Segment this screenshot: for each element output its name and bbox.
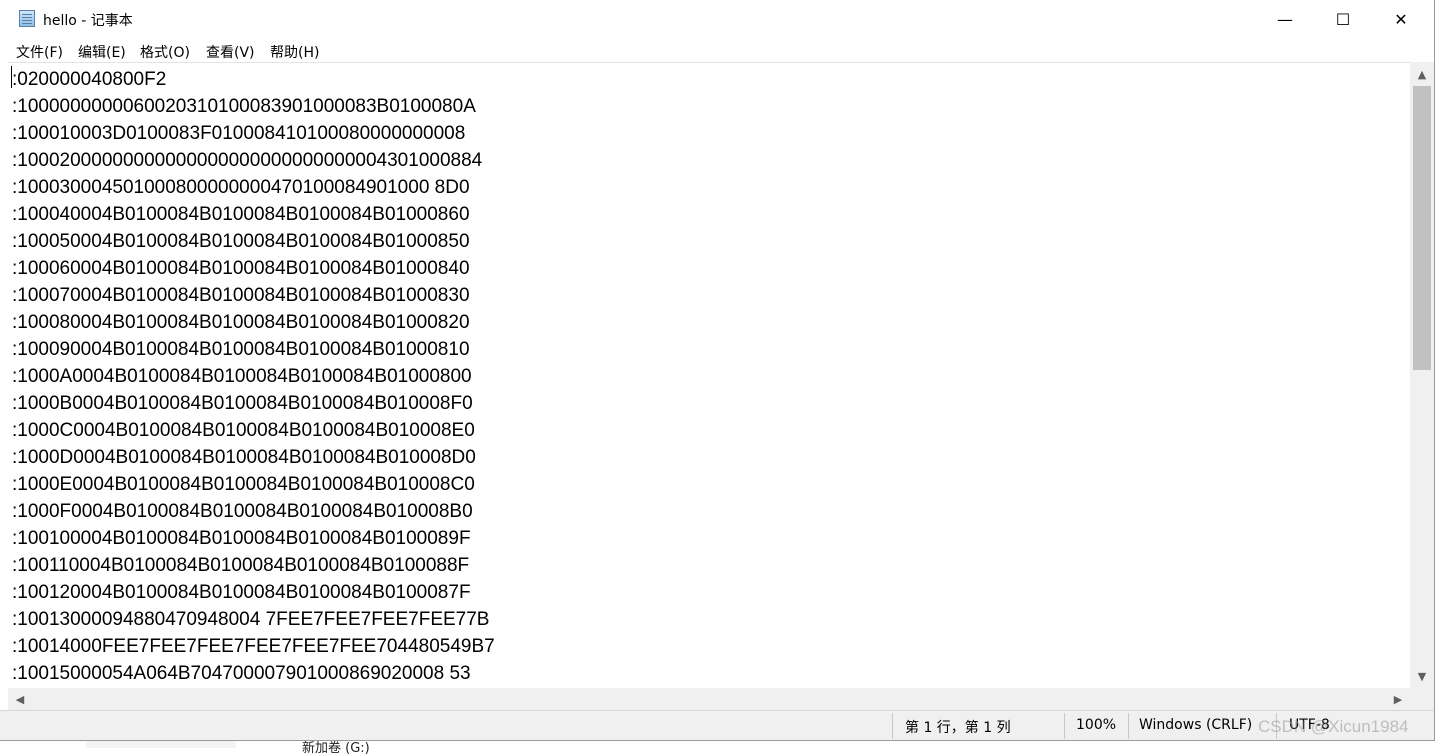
zoom-level: 100% bbox=[1076, 717, 1117, 733]
text-line: :10014000FEE7FEE7FEE7FEE7FEE7FEE70448054… bbox=[12, 636, 495, 657]
text-caret bbox=[11, 66, 12, 88]
text-lines: :020000040800F2 :10000000000600203101000… bbox=[12, 66, 495, 687]
text-line: :100120004B0100084B0100084B0100084B01000… bbox=[12, 582, 471, 603]
text-line: :100100004B0100084B0100084B0100084B01000… bbox=[12, 528, 471, 549]
text-line: :020000040800F2 bbox=[12, 69, 167, 90]
line-ending: Windows (CRLF) bbox=[1139, 717, 1253, 733]
vertical-scroll-thumb[interactable] bbox=[1413, 86, 1431, 370]
scroll-down-icon[interactable]: ▼ bbox=[1410, 666, 1434, 686]
watermark: CSDN @Xicun1984 bbox=[1258, 717, 1409, 736]
close-icon: ✕ bbox=[1394, 9, 1408, 29]
text-line: :100080004B0100084B0100084B0100084B01000… bbox=[12, 312, 470, 333]
text-line: :1000B0004B0100084B0100084B0100084B01000… bbox=[12, 393, 473, 414]
close-button[interactable]: ✕ bbox=[1372, 0, 1430, 38]
maximize-icon: ☐ bbox=[1335, 9, 1351, 29]
status-divider bbox=[1064, 713, 1065, 739]
notepad-window: hello - 记事本 — ☐ ✕ 文件(F) 编辑(E) 格式(O) 查看(V… bbox=[0, 0, 1435, 741]
text-line: :100020000000000000000000000000000043010… bbox=[12, 150, 483, 171]
vertical-scrollbar[interactable]: ▲ ▼ bbox=[1410, 62, 1434, 688]
status-bar: 第 1 行，第 1 列 100% Windows (CRLF) UTF-8 bbox=[0, 710, 1434, 740]
text-line: :1000000000060020310100083901000083B0100… bbox=[12, 96, 476, 117]
text-line: :1000A0004B0100084B0100084B0100084B01000… bbox=[12, 366, 472, 387]
text-line: :100030004501000800000000470100084901000… bbox=[12, 177, 470, 198]
scroll-left-icon[interactable]: ◀ bbox=[8, 689, 32, 709]
horizontal-scrollbar[interactable]: ◀ ▶ bbox=[8, 688, 1410, 710]
text-line: :1000C0004B0100084B0100084B0100084B01000… bbox=[12, 420, 475, 441]
title-bar[interactable]: hello - 记事本 — ☐ ✕ bbox=[0, 0, 1434, 38]
scrollbar-corner bbox=[1410, 688, 1434, 710]
window-title: hello - 记事本 bbox=[43, 13, 133, 29]
text-line: :100060004B0100084B0100084B0100084B01000… bbox=[12, 258, 470, 279]
menu-edit[interactable]: 编辑(E) bbox=[78, 42, 126, 62]
text-line: :100040004B0100084B0100084B0100084B01000… bbox=[12, 204, 470, 225]
cursor-position: 第 1 行，第 1 列 bbox=[905, 720, 1011, 736]
menu-help[interactable]: 帮助(H) bbox=[270, 42, 319, 62]
background-window-fragment bbox=[86, 740, 236, 748]
menu-bar: 文件(F) 编辑(E) 格式(O) 查看(V) 帮助(H) bbox=[0, 38, 1434, 62]
text-line: :1000D0004B0100084B0100084B0100084B01000… bbox=[12, 447, 476, 468]
text-editor[interactable]: :020000040800F2 :10000000000600203101000… bbox=[8, 62, 1410, 689]
menu-file[interactable]: 文件(F) bbox=[16, 42, 63, 62]
text-line: :100090004B0100084B0100084B0100084B01000… bbox=[12, 339, 470, 360]
scroll-right-icon[interactable]: ▶ bbox=[1386, 689, 1410, 709]
text-line: :100070004B0100084B0100084B0100084B01000… bbox=[12, 285, 470, 306]
menu-format[interactable]: 格式(O) bbox=[140, 42, 190, 62]
status-divider bbox=[892, 713, 893, 739]
menu-view[interactable]: 查看(V) bbox=[206, 42, 255, 62]
maximize-button[interactable]: ☐ bbox=[1314, 0, 1372, 38]
scroll-up-icon[interactable]: ▲ bbox=[1410, 64, 1434, 84]
text-line: :1000E0004B0100084B0100084B0100084B01000… bbox=[12, 474, 475, 495]
text-line: :10013000094880470948004 7FEE7FEE7FEE7FE… bbox=[12, 609, 490, 630]
text-line: :100010003D0100083F010008410100080000000… bbox=[12, 123, 466, 144]
status-divider bbox=[1128, 713, 1129, 739]
minimize-icon: — bbox=[1277, 9, 1293, 29]
notepad-app-icon bbox=[19, 10, 35, 27]
text-line: :100050004B0100084B0100084B0100084B01000… bbox=[12, 231, 470, 252]
minimize-button[interactable]: — bbox=[1256, 0, 1314, 38]
text-line: :1000F0004B0100084B0100084B0100084B01000… bbox=[12, 501, 473, 522]
text-line: :100110004B0100084B0100084B0100084B01000… bbox=[12, 555, 470, 576]
text-line: :10015000054A064B70470000790100086902000… bbox=[12, 663, 471, 684]
